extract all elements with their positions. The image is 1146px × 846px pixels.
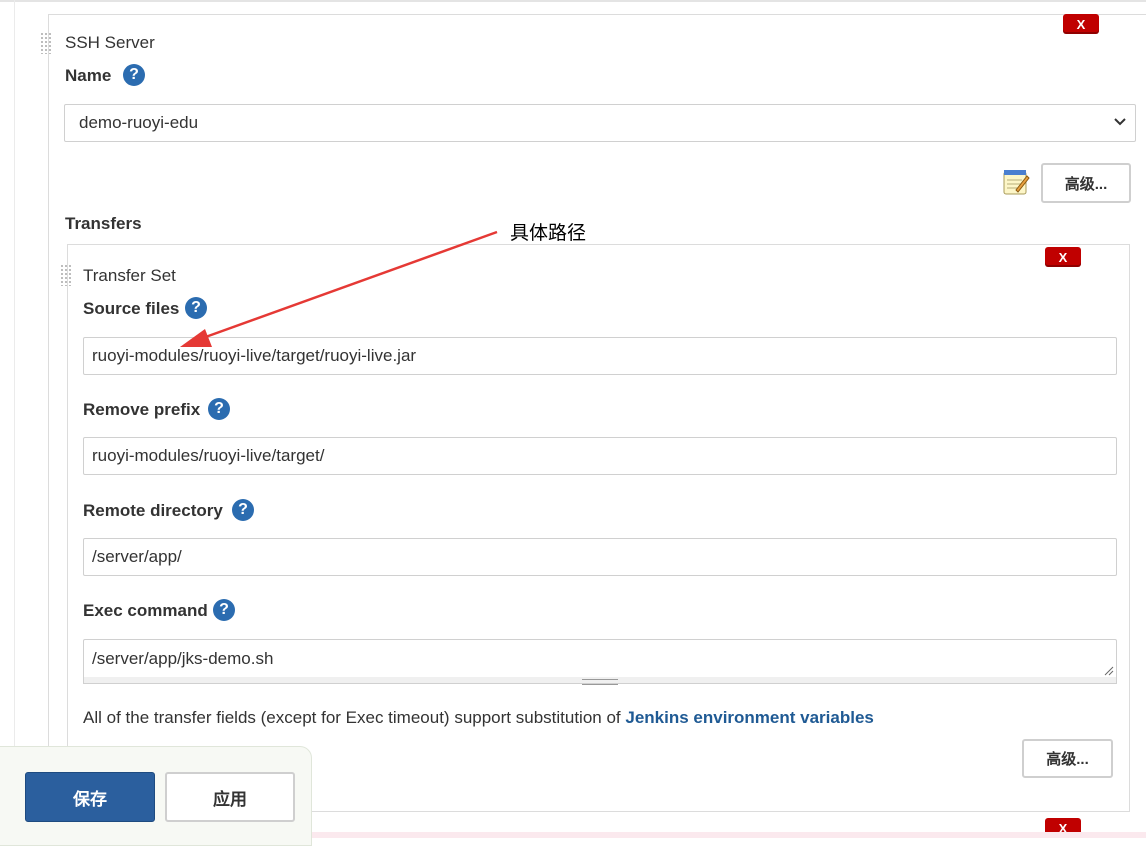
ssh-advanced-button[interactable]: 高级...: [1041, 163, 1131, 203]
ssh-server-delete-button[interactable]: X: [1063, 14, 1099, 34]
apply-button[interactable]: 应用: [165, 772, 295, 822]
source-files-input[interactable]: ruoyi-modules/ruoyi-live/target/ruoyi-li…: [83, 337, 1117, 375]
ssh-server-drag-handle[interactable]: [40, 32, 52, 54]
annotation-text: 具体路径: [510, 223, 587, 244]
transfer-advanced-button[interactable]: 高级...: [1022, 739, 1113, 778]
name-help-icon[interactable]: ?: [123, 64, 145, 86]
notepad-icon[interactable]: [1002, 168, 1030, 196]
name-label: Name: [65, 66, 112, 85]
grip-handle-icon[interactable]: [582, 679, 618, 685]
source-files-label: Source files: [83, 299, 180, 318]
name-select[interactable]: demo-ruoyi-edu: [64, 104, 1136, 142]
substitution-info-text: All of the transfer fields (except for E…: [83, 708, 626, 727]
name-select-value: demo-ruoyi-edu: [79, 113, 199, 132]
exec-command-label: Exec command: [83, 601, 208, 620]
top-divider: [0, 0, 1146, 2]
exec-command-textarea[interactable]: /server/app/jks-demo.sh: [83, 639, 1117, 679]
resize-handle-icon[interactable]: [1104, 666, 1114, 676]
remote-directory-label: Remote directory: [83, 501, 223, 520]
remote-directory-help-icon[interactable]: ?: [232, 499, 254, 521]
ssh-server-title: SSH Server: [65, 33, 155, 52]
save-button[interactable]: 保存: [25, 772, 155, 822]
remove-prefix-input[interactable]: ruoyi-modules/ruoyi-live/target/: [83, 437, 1117, 475]
remote-directory-input[interactable]: /server/app/: [83, 538, 1117, 576]
substitution-info: All of the transfer fields (except for E…: [83, 708, 874, 728]
left-rail: [14, 0, 15, 838]
transfer-set-title: Transfer Set: [83, 266, 176, 285]
transfer-set-drag-handle[interactable]: [60, 264, 72, 286]
transfer-set-delete-button[interactable]: X: [1045, 247, 1081, 267]
transfers-label: Transfers: [65, 214, 142, 233]
exec-command-help-icon[interactable]: ?: [213, 599, 235, 621]
remove-prefix-help-icon[interactable]: ?: [208, 398, 230, 420]
source-files-help-icon[interactable]: ?: [185, 297, 207, 319]
remove-prefix-label: Remove prefix: [83, 400, 201, 419]
bottom-strip: [312, 832, 1146, 838]
jenkins-env-vars-link[interactable]: Jenkins environment variables: [625, 708, 874, 727]
chevron-down-icon: [1114, 118, 1126, 126]
